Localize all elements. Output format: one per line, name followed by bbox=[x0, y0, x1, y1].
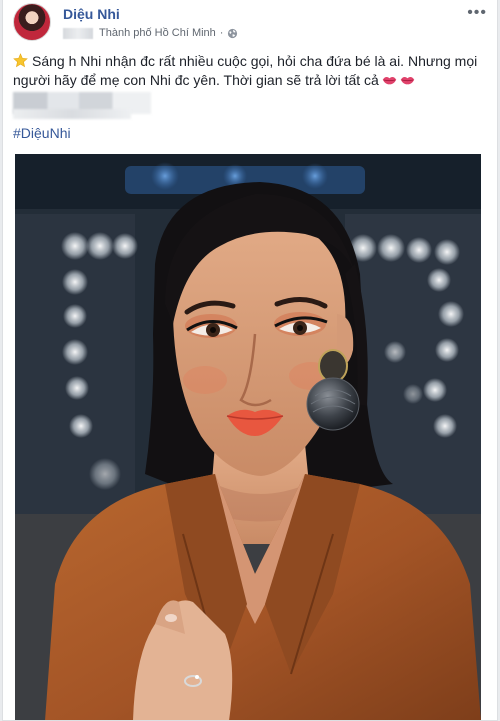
location-link[interactable]: Thành phố Hồ Chí Minh bbox=[99, 27, 216, 39]
author-avatar[interactable] bbox=[13, 3, 51, 41]
blurred-timestamp bbox=[63, 27, 93, 39]
star-emoji-icon bbox=[13, 53, 28, 68]
post-card: Diệu Nhi Thành phố Hồ Chí Minh · ••• Sán… bbox=[2, 0, 498, 721]
author-name-link[interactable]: Diệu Nhi bbox=[63, 6, 120, 22]
post-message: Sáng h Nhi nhận đc rất nhiều cuộc gọi, h… bbox=[13, 52, 483, 90]
portrait-photo-illustration bbox=[15, 154, 481, 720]
meta-separator: · bbox=[219, 27, 224, 39]
hashtag-link[interactable]: #DiệuNhi bbox=[13, 125, 71, 141]
kiss-mark-icon bbox=[400, 77, 415, 85]
blurred-text-block bbox=[13, 109, 131, 119]
post-photo[interactable] bbox=[15, 154, 481, 720]
post-meta: Thành phố Hồ Chí Minh · bbox=[63, 26, 238, 40]
more-options-icon[interactable]: ••• bbox=[467, 4, 487, 22]
kiss-mark-icon bbox=[382, 77, 397, 85]
globe-icon[interactable] bbox=[227, 28, 238, 39]
post-header: Diệu Nhi Thành phố Hồ Chí Minh · ••• bbox=[3, 0, 497, 48]
